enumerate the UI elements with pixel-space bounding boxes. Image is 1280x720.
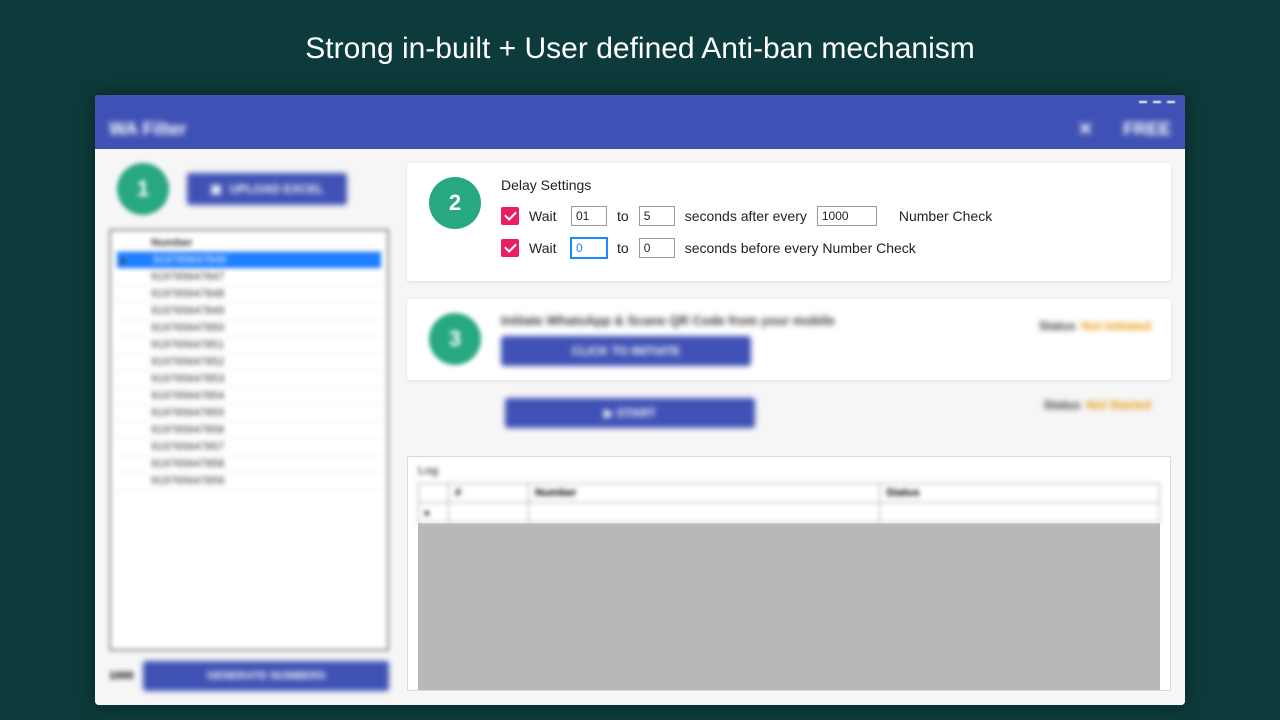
- list-item[interactable]: 919765647848: [115, 286, 383, 303]
- list-item[interactable]: 919765647846: [117, 252, 381, 269]
- promo-headline: Strong in-built + User defined Anti-ban …: [0, 0, 1280, 66]
- number-list[interactable]: Number ▸919765647846 919765647847 919765…: [109, 229, 389, 651]
- delay-after-text: seconds after every: [685, 208, 807, 224]
- delay-after-count-input[interactable]: [817, 206, 877, 226]
- window-controls[interactable]: [95, 95, 1185, 109]
- log-table[interactable]: # Number Status ▸: [418, 483, 1160, 523]
- click-to-initiate-button[interactable]: CLICK TO INITIATE: [501, 336, 751, 366]
- delay-before-min-input[interactable]: [571, 238, 607, 258]
- list-item[interactable]: 919765647854: [115, 388, 383, 405]
- delay-after-max-input[interactable]: [639, 206, 675, 226]
- step-1-badge: 1: [117, 163, 169, 215]
- delay-after-tail: Number Check: [899, 208, 992, 224]
- start-button[interactable]: ▶ START: [505, 398, 755, 428]
- delay-settings-card: 2 Delay Settings Wait to seconds after e…: [407, 163, 1171, 281]
- log-col-number: Number: [529, 484, 880, 503]
- log-empty-area: [418, 523, 1160, 690]
- status-value: Not Initiated: [1082, 319, 1151, 333]
- list-item[interactable]: 919765647855: [115, 405, 383, 422]
- delay-before-checkbox[interactable]: [501, 239, 519, 257]
- initiate-card: 3 Initiate WhatsApp & Scane QR Code from…: [407, 299, 1171, 380]
- delay-settings-title: Delay Settings: [501, 177, 1149, 193]
- start-card: ▶ START Status Not Started: [407, 398, 1171, 438]
- to-label: to: [617, 208, 629, 224]
- log-title: Log: [418, 465, 1160, 477]
- list-item[interactable]: 919765647856: [115, 422, 383, 439]
- delay-before-text: seconds before every Number Check: [685, 240, 916, 256]
- app-title: WA Filter: [109, 119, 186, 140]
- status-label: Status: [1039, 319, 1076, 333]
- upload-excel-button[interactable]: ▣ UPLOAD EXCEL: [187, 173, 347, 205]
- title-bar: WA Filter ✕ FREE: [95, 109, 1185, 149]
- total-count: 1000: [109, 670, 133, 682]
- log-col-hash: #: [449, 484, 529, 503]
- list-item[interactable]: 919765647851: [115, 337, 383, 354]
- delay-after-min-input[interactable]: [571, 206, 607, 226]
- list-item[interactable]: 919765647847: [115, 269, 383, 286]
- wait-label: Wait: [529, 240, 561, 256]
- step-3-badge: 3: [429, 313, 481, 365]
- step-2-badge: 2: [429, 177, 481, 229]
- to-label: to: [617, 240, 629, 256]
- upload-icon: ▣: [210, 182, 221, 196]
- status-label: Status: [1044, 398, 1081, 412]
- list-item[interactable]: 919765647850: [115, 320, 383, 337]
- wait-label: Wait: [529, 208, 561, 224]
- list-item[interactable]: 919765647858: [115, 456, 383, 473]
- list-item[interactable]: 919765647852: [115, 354, 383, 371]
- app-window: WA Filter ✕ FREE 1 ▣ UPLOAD EXCEL Number…: [95, 95, 1185, 705]
- list-item[interactable]: 919765647857: [115, 439, 383, 456]
- upload-excel-label: UPLOAD EXCEL: [230, 182, 324, 196]
- log-col-status: Status: [880, 484, 1160, 503]
- delay-after-checkbox[interactable]: [501, 207, 519, 225]
- list-item[interactable]: 919765647859: [115, 473, 383, 490]
- delay-before-max-input[interactable]: [639, 238, 675, 258]
- generate-numbers-button[interactable]: GENERATE NUMBERS: [143, 661, 389, 691]
- log-card: Log # Number Status ▸: [407, 456, 1171, 691]
- status-value: Not Started: [1086, 398, 1151, 412]
- number-list-header: Number: [115, 235, 383, 252]
- list-item[interactable]: 919765647849: [115, 303, 383, 320]
- title-close-icon[interactable]: ✕: [1078, 119, 1093, 140]
- title-free-badge: FREE: [1123, 119, 1171, 140]
- list-item[interactable]: 919765647853: [115, 371, 383, 388]
